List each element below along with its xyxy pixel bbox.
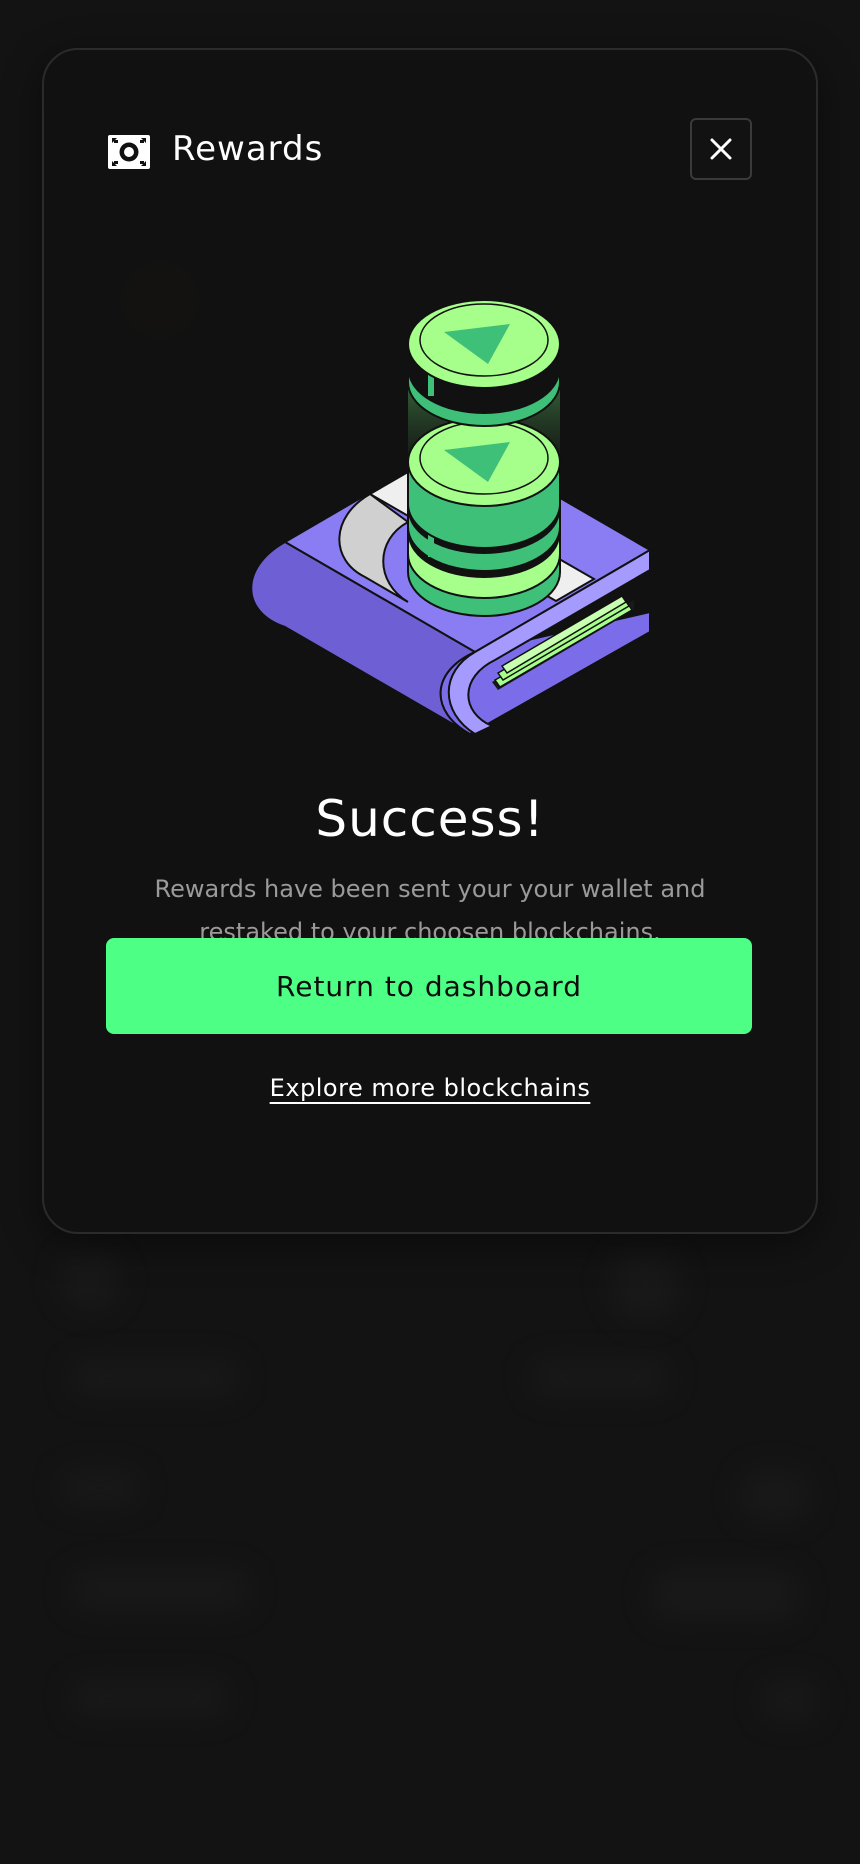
background-blur-block	[70, 1680, 230, 1716]
background-blur-block	[760, 1680, 820, 1720]
background-blur-block	[610, 1250, 680, 1320]
rewards-modal: Rewards Success! Rewards have been sent …	[42, 48, 818, 1234]
background-blur-block	[650, 1570, 800, 1620]
background-blur-block	[60, 1470, 140, 1506]
background-blur-block	[530, 1360, 670, 1396]
modal-title: Rewards	[172, 129, 324, 169]
modal-header: Rewards	[108, 118, 752, 188]
close-button[interactable]	[690, 118, 752, 180]
success-title: Success!	[315, 790, 545, 848]
wallet-coins-illustration	[230, 282, 657, 742]
background-blur-block	[70, 1360, 240, 1396]
banknote-icon	[108, 133, 150, 171]
background-blur-block	[740, 1470, 810, 1520]
explore-blockchains-link[interactable]: Explore more blockchains	[44, 1074, 816, 1102]
close-icon	[710, 138, 732, 160]
background-blur-block	[70, 1570, 250, 1610]
page: Rewards Success! Rewards have been sent …	[0, 0, 860, 1864]
background-blur-block	[60, 1250, 120, 1310]
return-to-dashboard-button[interactable]: Return to dashboard	[106, 938, 752, 1034]
